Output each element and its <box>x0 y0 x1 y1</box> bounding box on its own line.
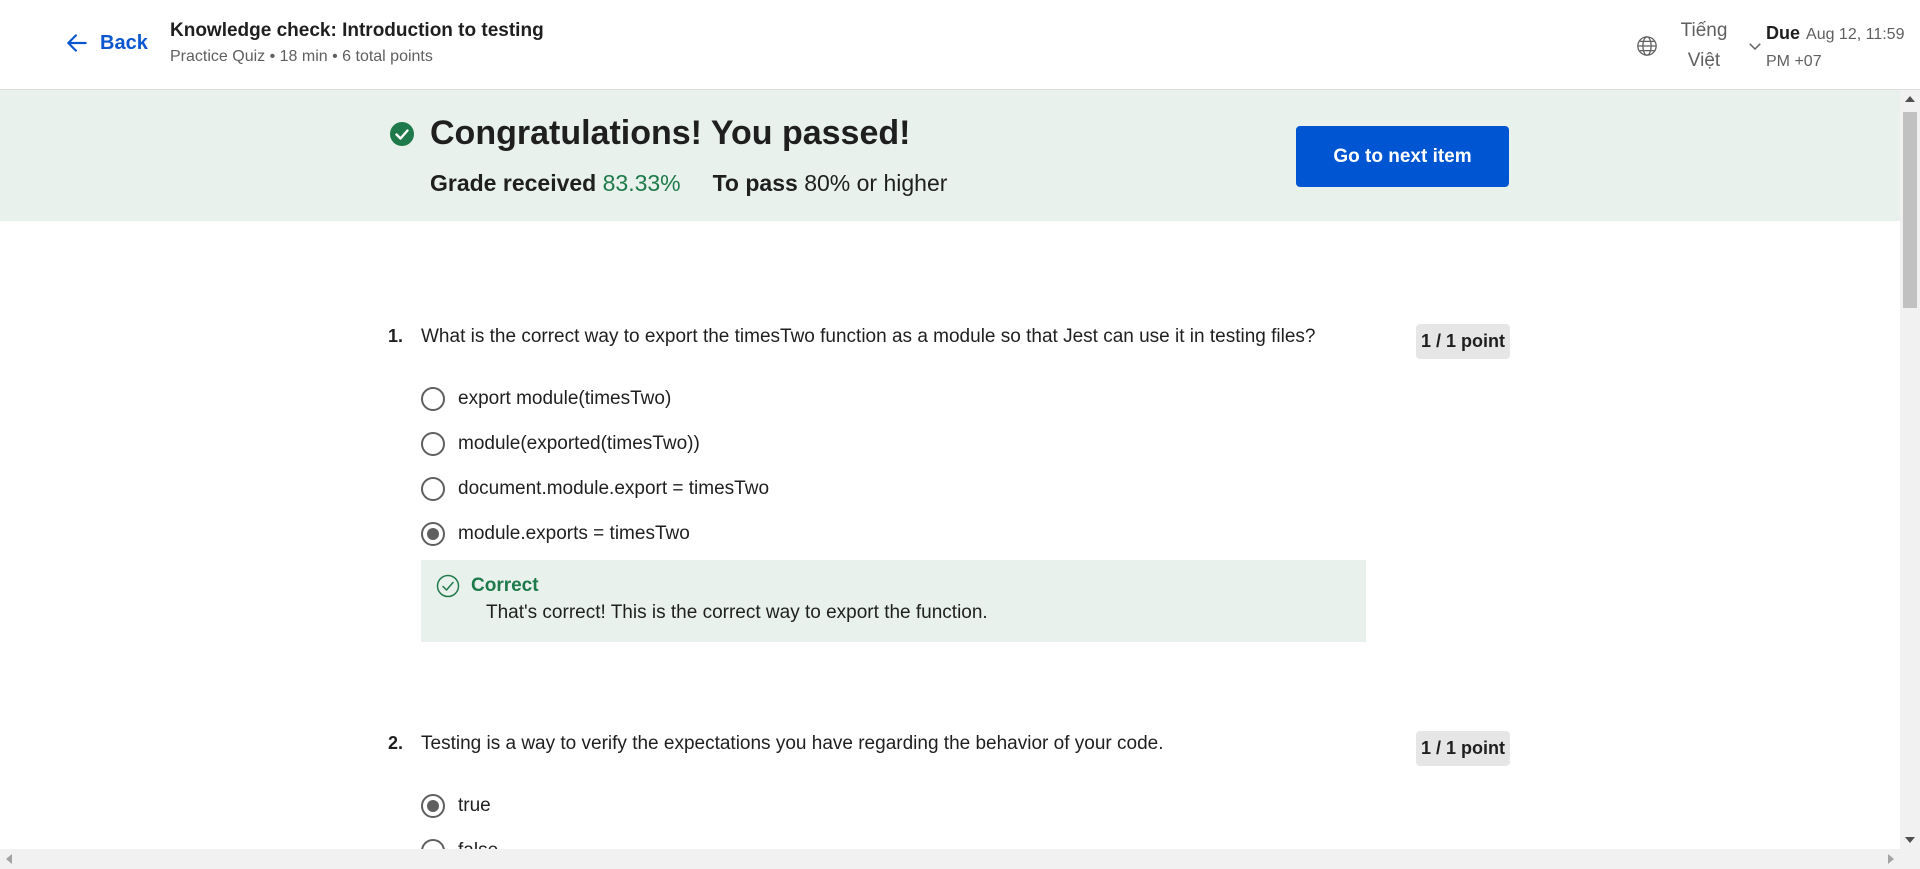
due-label: Due <box>1766 23 1801 43</box>
due-date: Due Aug 12, 11:59 PM +07 <box>1766 20 1916 75</box>
feedback-title: Correct <box>471 575 539 596</box>
option-label: true <box>458 794 491 816</box>
language-line-2: Việt <box>1687 50 1721 71</box>
language-line-1: Tiếng <box>1680 20 1728 41</box>
option-label: module(exported(timesTwo)) <box>458 432 700 454</box>
back-label: Back <box>100 31 148 54</box>
answer-option[interactable]: document.module.export = timesTwo <box>421 466 769 511</box>
answer-option[interactable]: module.exports = timesTwo <box>421 511 769 556</box>
feedback-text: That's correct! This is the correct way … <box>486 602 988 623</box>
page-title: Knowledge check: Introduction to testing <box>170 20 544 41</box>
pass-label: To pass <box>712 170 798 196</box>
question-number: 2. <box>388 733 404 753</box>
question-number: 1. <box>388 326 404 346</box>
grade-summary: Grade received 83.33% To pass 80% or hig… <box>430 170 947 197</box>
language-selector[interactable]: Tiếng Việt <box>1636 16 1764 76</box>
radio-button[interactable] <box>421 476 445 501</box>
pass-value: 80% <box>804 170 851 196</box>
radio-button[interactable] <box>421 386 445 411</box>
check-circle-filled-icon <box>390 122 414 146</box>
option-label: document.module.export = timesTwo <box>458 477 770 499</box>
grade-value: 83.33% <box>602 170 681 196</box>
arrow-left-icon <box>67 34 87 52</box>
due-date-line-2: PM +07 <box>1766 53 1822 70</box>
answer-option[interactable]: module(exported(timesTwo)) <box>421 421 769 466</box>
horizontal-scrollbar[interactable] <box>0 849 1920 869</box>
radio-button-selected[interactable] <box>421 793 445 818</box>
chevron-down-icon <box>1749 43 1761 51</box>
answer-options: export module(timesTwo) module(exported(… <box>421 376 769 556</box>
option-label: export module(timesTwo) <box>458 387 672 409</box>
quiz-title-block: Knowledge check: Introduction to testing… <box>170 20 544 66</box>
radio-button[interactable] <box>421 431 445 456</box>
scrollbar-thumb[interactable] <box>1903 112 1917 308</box>
top-header: Back Knowledge check: Introduction to te… <box>0 0 1920 90</box>
option-label: module.exports = timesTwo <box>458 522 690 544</box>
scroll-down-icon[interactable] <box>1905 837 1915 843</box>
grade-label: Grade received <box>430 170 597 196</box>
language-label: Tiếng Việt <box>1670 16 1738 76</box>
go-to-next-item-button[interactable]: Go to next item <box>1296 126 1509 187</box>
result-banner: Congratulations! You passed! Grade recei… <box>0 90 1900 221</box>
globe-icon <box>1637 36 1657 56</box>
points-badge: 1 / 1 point <box>1415 731 1510 766</box>
pass-suffix: or higher <box>856 170 948 196</box>
scroll-right-icon[interactable] <box>1888 854 1894 864</box>
question-1: 1. What is the correct way to export the… <box>388 324 1510 646</box>
due-date-line-1: Aug 12, 11:59 <box>1806 26 1905 43</box>
pass-title: Congratulations! You passed! <box>430 114 911 152</box>
question-text: Testing is a way to verify the expectati… <box>421 733 1164 754</box>
question-text: What is the correct way to export the ti… <box>421 326 1316 347</box>
back-button[interactable]: Back <box>64 30 148 56</box>
quiz-meta: Practice Quiz • 18 min • 6 total points <box>170 48 433 65</box>
feedback-correct: Correct That's correct! This is the corr… <box>421 560 1366 642</box>
scroll-left-icon[interactable] <box>6 854 12 864</box>
points-badge: 1 / 1 point <box>1415 324 1510 359</box>
question-2: 2. Testing is a way to verify the expect… <box>388 731 1510 863</box>
answer-option[interactable]: true <box>421 783 498 828</box>
radio-button-selected[interactable] <box>421 521 445 546</box>
vertical-scrollbar[interactable] <box>1900 90 1920 849</box>
scroll-up-icon[interactable] <box>1905 96 1915 102</box>
answer-option[interactable]: export module(timesTwo) <box>421 376 769 421</box>
check-circle-outline-icon <box>436 574 460 598</box>
